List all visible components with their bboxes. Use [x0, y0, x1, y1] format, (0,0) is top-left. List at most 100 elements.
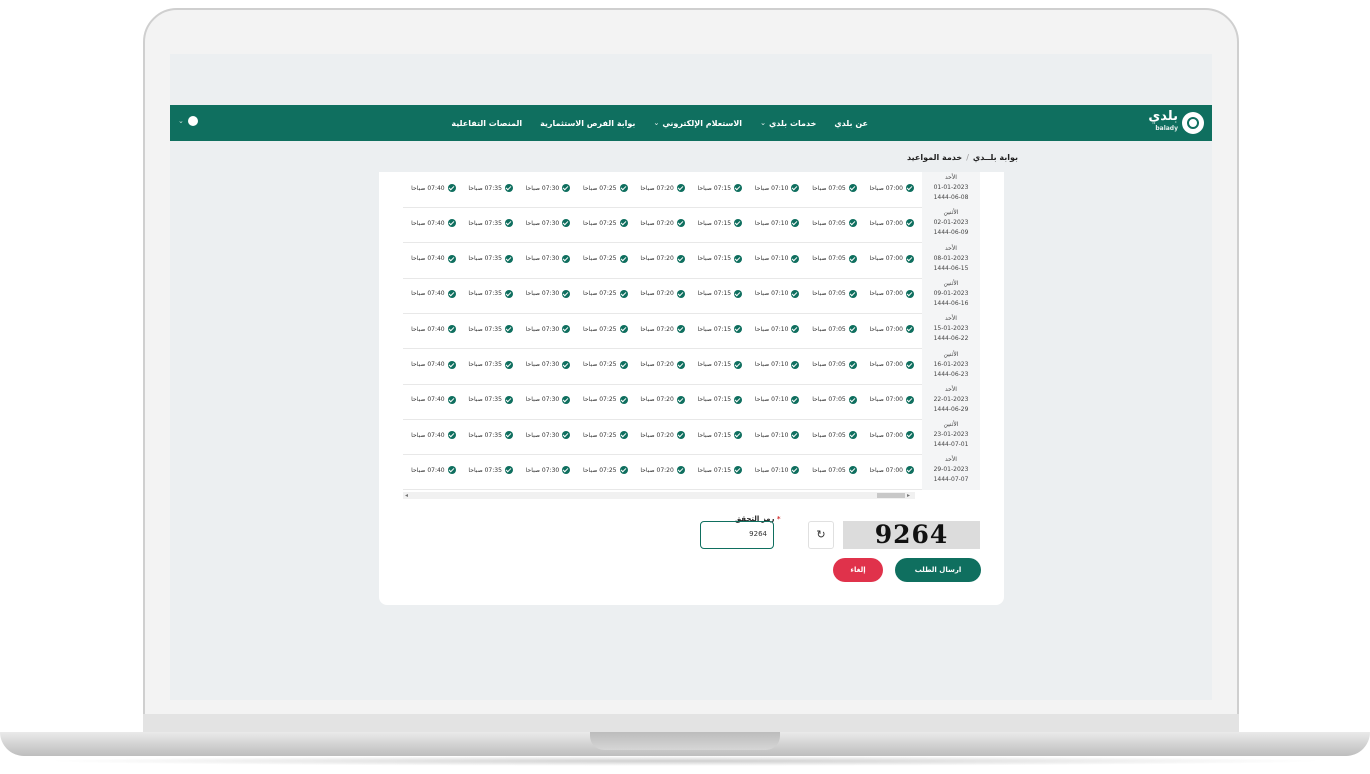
- table-row: الأحد 22-01-2023 1444-06-29 07:00 صباحا 07:0…: [403, 383, 980, 420]
- time-slot-option[interactable]: 07:00 صباحا: [870, 289, 914, 298]
- time-slot-option[interactable]: 07:40 صباحا: [411, 184, 456, 192]
- time-slot-option[interactable]: 07:00 صباحا: [870, 254, 914, 263]
- time-slot-option[interactable]: 07:30 صباحا: [526, 360, 571, 369]
- time-slot-option[interactable]: 07:15 صباحا: [698, 325, 743, 334]
- time-slot-option[interactable]: 07:25 صباحا: [583, 289, 628, 298]
- time-slot-option[interactable]: 07:10 صباحا: [755, 395, 800, 404]
- time-slot-option[interactable]: 07:30 صباحا: [526, 184, 571, 192]
- time-slot-option[interactable]: 07:35 صباحا: [468, 466, 513, 475]
- scrollbar-thumb[interactable]: [877, 493, 905, 498]
- time-slot-option[interactable]: 07:35 صباحا: [468, 254, 513, 263]
- time-slot-option[interactable]: 07:20 صباحا: [640, 325, 685, 334]
- send-request-button[interactable]: ارسال الطلب: [895, 558, 981, 582]
- time-slot-option[interactable]: 07:15 صباحا: [698, 431, 743, 440]
- balady-logo[interactable]: بلدي balady: [1148, 110, 1204, 135]
- horizontal-scrollbar[interactable]: ◂ ▸: [403, 492, 915, 499]
- time-slot-option[interactable]: 07:15 صباحا: [698, 289, 743, 298]
- cancel-button[interactable]: إلغاء: [833, 558, 883, 582]
- time-slot-option[interactable]: 07:30 صباحا: [526, 325, 571, 334]
- time-slot-option[interactable]: 07:05 صباحا: [812, 395, 857, 404]
- time-slot-option[interactable]: 07:35 صباحا: [468, 325, 513, 334]
- captcha-input[interactable]: 9264: [700, 521, 774, 549]
- time-slot-option[interactable]: 07:20 صباحا: [640, 219, 685, 228]
- time-slot-label: 07:00 صباحا: [869, 466, 903, 474]
- time-slot-option[interactable]: 07:35 صباحا: [468, 184, 513, 192]
- time-slot-option[interactable]: 07:40 صباحا: [411, 431, 456, 440]
- time-slot-option[interactable]: 07:20 صباحا: [640, 466, 685, 475]
- nav-item[interactable]: المنصات التفاعلية: [451, 119, 522, 128]
- time-slot-option[interactable]: 07:10 صباحا: [755, 466, 800, 475]
- scroll-right-icon[interactable]: ▸: [907, 492, 910, 499]
- time-slot-option[interactable]: 07:00 صباحا: [870, 184, 914, 192]
- time-slot-option[interactable]: 07:15 صباحا: [698, 184, 743, 192]
- time-slot-option[interactable]: 07:35 صباحا: [468, 219, 513, 228]
- time-slot-option[interactable]: 07:20 صباحا: [640, 254, 685, 263]
- time-slot-option[interactable]: 07:00 صباحا: [869, 466, 914, 475]
- time-slot-option[interactable]: 07:25 صباحا: [583, 395, 628, 404]
- time-slot-option[interactable]: 07:30 صباحا: [526, 395, 571, 404]
- time-slot-option[interactable]: 07:05 صباحا: [812, 431, 857, 440]
- time-slot-option[interactable]: 07:05 صباحا: [812, 219, 857, 228]
- time-slot-option[interactable]: 07:30 صباحا: [526, 466, 571, 475]
- nav-item[interactable]: ⌄ خدمات بلدي: [760, 119, 816, 128]
- time-slot-option[interactable]: 07:00 صباحا: [870, 431, 914, 440]
- time-slot-option[interactable]: 07:40 صباحا: [411, 466, 456, 475]
- time-slot-option[interactable]: 07:10 صباحا: [755, 325, 800, 334]
- nav-item[interactable]: بوابة الفرص الاستثمارية: [540, 119, 635, 128]
- nav-item[interactable]: ⌄ الاستعلام الإلكتروني: [653, 119, 742, 128]
- time-slot-option[interactable]: 07:05 صباحا: [812, 466, 857, 475]
- time-slot-option[interactable]: 07:00 صباحا: [870, 325, 914, 334]
- time-slot-option[interactable]: 07:05 صباحا: [812, 184, 857, 192]
- user-menu[interactable]: ⌄: [178, 116, 198, 126]
- time-slot-option[interactable]: 07:10 صباحا: [755, 289, 800, 298]
- time-slot-option[interactable]: 07:15 صباحا: [698, 254, 743, 263]
- time-slot-option[interactable]: 07:25 صباحا: [583, 184, 628, 192]
- scroll-left-icon[interactable]: ◂: [405, 492, 408, 499]
- check-circle-icon: [848, 325, 857, 334]
- time-slot-option[interactable]: 07:20 صباحا: [640, 431, 685, 440]
- time-slot-option[interactable]: 07:15 صباحا: [698, 395, 743, 404]
- nav-item[interactable]: عن بلدي: [834, 119, 868, 128]
- breadcrumb-home[interactable]: بوابة بلــدي: [973, 153, 1018, 162]
- time-slot-option[interactable]: 07:15 صباحا: [698, 466, 743, 475]
- time-slot-option[interactable]: 07:10 صباحا: [755, 254, 800, 263]
- time-slot-option[interactable]: 07:10 صباحا: [755, 431, 800, 440]
- time-slot-option[interactable]: 07:15 صباحا: [698, 360, 743, 369]
- time-slot-option[interactable]: 07:10 صباحا: [755, 219, 800, 228]
- time-slot-option[interactable]: 07:05 صباحا: [812, 254, 857, 263]
- time-slot-option[interactable]: 07:40 صباحا: [411, 360, 456, 369]
- time-slot-option[interactable]: 07:30 صباحا: [526, 431, 571, 440]
- time-slot-option[interactable]: 07:25 صباحا: [583, 466, 628, 475]
- time-slot-option[interactable]: 07:20 صباحا: [640, 395, 685, 404]
- time-slot-option[interactable]: 07:25 صباحا: [583, 254, 628, 263]
- time-slot-option[interactable]: 07:25 صباحا: [583, 360, 628, 369]
- time-slot-option[interactable]: 07:30 صباحا: [526, 289, 571, 298]
- time-slot-option[interactable]: 07:40 صباحا: [411, 289, 456, 298]
- time-slot-option[interactable]: 07:40 صباحا: [411, 219, 456, 228]
- time-slot-option[interactable]: 07:05 صباحا: [812, 289, 857, 298]
- time-slot-option[interactable]: 07:15 صباحا: [698, 219, 743, 228]
- time-slot-option[interactable]: 07:35 صباحا: [468, 395, 513, 404]
- time-slot-option[interactable]: 07:35 صباحا: [468, 289, 513, 298]
- time-slot-option[interactable]: 07:10 صباحا: [755, 360, 800, 369]
- refresh-icon[interactable]: ↻: [808, 521, 834, 549]
- time-slot-option[interactable]: 07:00 صباحا: [870, 360, 914, 369]
- time-slot-option[interactable]: 07:30 صباحا: [526, 219, 571, 228]
- time-slot-option[interactable]: 07:35 صباحا: [468, 431, 513, 440]
- time-slot-option[interactable]: 07:40 صباحا: [411, 325, 456, 334]
- time-slot-option[interactable]: 07:25 صباحا: [583, 325, 628, 334]
- time-slot-option[interactable]: 07:00 صباحا: [870, 219, 914, 228]
- time-slot-option[interactable]: 07:25 صباحا: [583, 219, 628, 228]
- time-slot-option[interactable]: 07:40 صباحا: [411, 395, 456, 404]
- time-slot-option[interactable]: 07:00 صباحا: [870, 395, 914, 404]
- time-slot-option[interactable]: 07:20 صباحا: [640, 289, 685, 298]
- time-slot-option[interactable]: 07:40 صباحا: [411, 254, 456, 263]
- time-slot-option[interactable]: 07:20 صباحا: [640, 360, 685, 369]
- time-slot-option[interactable]: 07:10 صباحا: [755, 184, 800, 192]
- time-slot-option[interactable]: 07:05 صباحا: [812, 325, 857, 334]
- time-slot-option[interactable]: 07:05 صباحا: [812, 360, 857, 369]
- time-slot-option[interactable]: 07:25 صباحا: [583, 431, 628, 440]
- time-slot-option[interactable]: 07:35 صباحا: [468, 360, 513, 369]
- time-slot-option[interactable]: 07:20 صباحا: [640, 184, 685, 192]
- time-slot-option[interactable]: 07:30 صباحا: [526, 254, 571, 263]
